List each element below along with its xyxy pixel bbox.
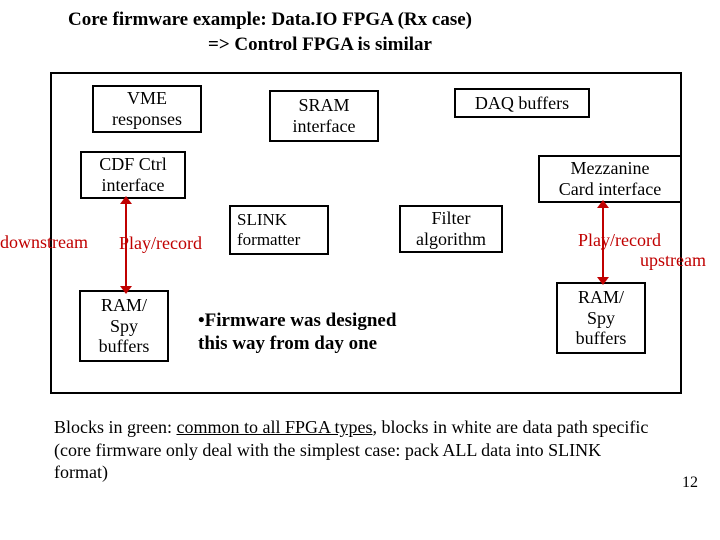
slide-title: Core firmware example: Data.IO FPGA (Rx … [0,0,720,63]
page-number: 12 [682,474,698,492]
arrow-right-up [597,200,609,208]
arrow-left-down [120,286,132,294]
box-slink-formatter: SLINK formatter [229,205,329,255]
arrow-right-line [602,205,604,280]
footer-note: Blocks in green: common to all FPGA type… [54,416,654,484]
box-ram-spy-left: RAM/ Spy buffers [79,290,169,362]
label-play-record-left: Play/record [119,233,202,254]
box-ram-spy-right: RAM/ Spy buffers [556,282,646,354]
box-sram-text: SRAM interface [293,95,356,136]
box-ram-left-text: RAM/ Spy buffers [99,295,150,357]
title-line-2: => Control FPGA is similar [68,34,432,55]
box-cdf-ctrl: CDF Ctrl interface [80,151,186,199]
box-ram-right-text: RAM/ Spy buffers [576,287,627,349]
arrow-left-up [120,196,132,204]
box-daq-text: DAQ buffers [475,93,569,114]
arrow-right-down [597,277,609,285]
box-slink-text: SLINK formatter [237,210,300,249]
footer-underline: common to all FPGA types [176,417,372,437]
box-sram-interface: SRAM interface [269,90,379,142]
box-mezzanine: Mezzanine Card interface [538,155,682,203]
box-daq-buffers: DAQ buffers [454,88,590,118]
box-vme-responses: VME responses [92,85,202,133]
firmware-bullet: •Firmware was designed this way from day… [198,310,396,356]
arrow-left-line [125,201,127,289]
box-mezz-text: Mezzanine Card interface [559,158,661,199]
box-filter-text: Filter algorithm [416,208,486,249]
label-upstream: upstream [640,250,706,271]
box-filter-algorithm: Filter algorithm [399,205,503,253]
label-downstream: downstream [0,232,88,253]
label-play-record-right: Play/record [578,230,661,251]
box-vme-text: VME responses [112,88,182,129]
title-line-1: Core firmware example: Data.IO FPGA (Rx … [68,9,472,30]
footer-pre: Blocks in green: [54,417,176,437]
box-cdf-text: CDF Ctrl interface [99,154,167,195]
